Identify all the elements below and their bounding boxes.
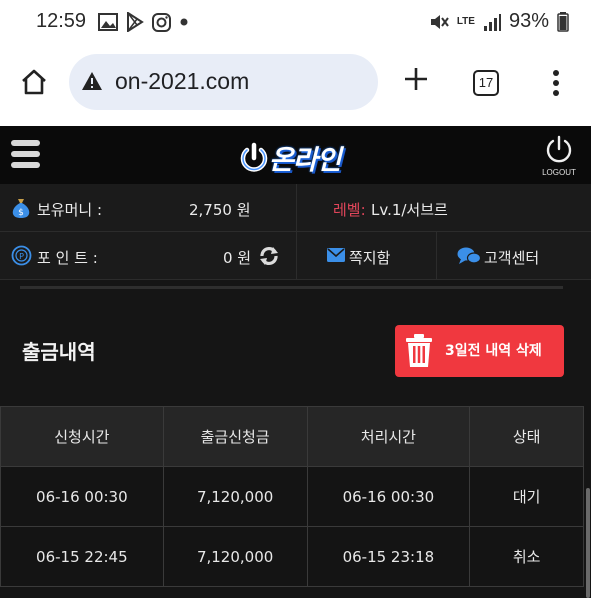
request-time-cell: 06-16 00:30	[0, 466, 164, 527]
hamburger-menu-icon[interactable]	[11, 139, 40, 169]
instagram-icon	[152, 12, 171, 32]
level-value: Lv.1/서브르	[371, 201, 448, 219]
network-type: LTE	[456, 16, 475, 27]
amount-cell: 7,120,000	[162, 526, 308, 587]
column-header: 상태	[469, 406, 584, 467]
power-logo-icon	[240, 142, 268, 172]
battery-icon	[557, 11, 569, 32]
signal-icon	[483, 13, 501, 31]
tab-switcher-button[interactable]: 17	[473, 70, 499, 96]
power-icon	[546, 135, 572, 163]
refresh-icon[interactable]	[258, 245, 280, 267]
status-right: LTE 93%	[429, 10, 569, 33]
section-title: 출금내역	[22, 340, 96, 364]
site-logo[interactable]: 온라인	[239, 138, 342, 177]
request-time-cell: 06-15 22:45	[0, 526, 164, 587]
page-scrollbar[interactable]	[586, 488, 590, 598]
column-header: 출금신청금	[162, 406, 308, 467]
url-text[interactable]: on-2021.com	[115, 68, 249, 95]
money-label: 보유머니 :	[37, 201, 103, 219]
delete-button-label: 3일전 내역 삭제	[445, 343, 542, 359]
account-info-panel: $ 보유머니 : 2,750 원 레벨: Lv.1/서브르 P 포 인 트 : …	[0, 184, 591, 280]
column-header: 처리시간	[306, 406, 471, 467]
more-menu-icon[interactable]	[552, 69, 560, 97]
table-row: 06-15 22:45 7,120,000 06-15 23:18 취소	[0, 526, 584, 587]
trash-icon	[406, 334, 432, 367]
notification-icons	[98, 12, 189, 32]
table-row: 06-16 00:30 7,120,000 06-16 00:30 대기	[0, 466, 584, 527]
new-tab-icon[interactable]	[402, 65, 430, 93]
logout-label: LOGOUT	[542, 168, 576, 177]
status-time: 12:59	[36, 10, 87, 32]
chat-bubbles-icon	[457, 247, 481, 264]
message-button[interactable]: 쪽지함	[297, 232, 437, 280]
money-bag-icon: $	[12, 199, 30, 218]
gallery-icon	[98, 13, 118, 31]
dot-icon	[180, 18, 188, 26]
process-time-cell: 06-16 00:30	[306, 466, 471, 527]
site-header: 온라인 LOGOUT	[0, 126, 591, 184]
logo-text: 온라인	[269, 145, 342, 176]
point-cell: P 포 인 트 : 0 원	[0, 232, 297, 280]
process-time-cell: 06-15 23:18	[306, 526, 471, 587]
message-label: 쪽지함	[349, 249, 391, 267]
amount-cell: 7,120,000	[162, 466, 308, 527]
point-label: 포 인 트 :	[37, 249, 98, 267]
address-bar[interactable]: on-2021.com	[69, 54, 378, 110]
warning-icon[interactable]	[81, 71, 103, 91]
svg-text:$: $	[18, 208, 24, 218]
level-cell: 레벨: Lv.1/서브르	[297, 184, 591, 232]
delete-history-button[interactable]: 3일전 내역 삭제	[395, 325, 564, 377]
section-divider	[20, 286, 563, 289]
level-label: 레벨:	[333, 201, 366, 219]
column-header: 신청시간	[0, 406, 164, 467]
status-cell: 대기	[469, 466, 584, 527]
svg-text:P: P	[19, 252, 24, 261]
point-coin-icon: P	[11, 245, 32, 266]
table-header-row: 신청시간 출금신청금 처리시간 상태	[0, 406, 584, 467]
logout-button[interactable]: LOGOUT	[538, 135, 580, 177]
status-bar: 12:59 LTE 93%	[0, 0, 591, 46]
money-cell: $ 보유머니 : 2,750 원	[0, 184, 297, 232]
envelope-icon	[327, 248, 345, 262]
mute-icon	[430, 14, 449, 29]
battery-percent: 93%	[508, 10, 549, 32]
browser-toolbar: on-2021.com 17	[0, 46, 591, 127]
point-value: 0 원	[223, 249, 252, 267]
withdrawal-table: 신청시간 출금신청금 처리시간 상태 06-16 00:30 7,120,000…	[0, 406, 584, 587]
support-label: 고객센터	[484, 249, 540, 267]
status-cell: 취소	[469, 526, 584, 587]
home-icon[interactable]	[20, 68, 48, 96]
play-store-icon	[127, 12, 144, 32]
support-button[interactable]: 고객센터	[437, 232, 591, 280]
money-value: 2,750 원	[189, 201, 251, 219]
